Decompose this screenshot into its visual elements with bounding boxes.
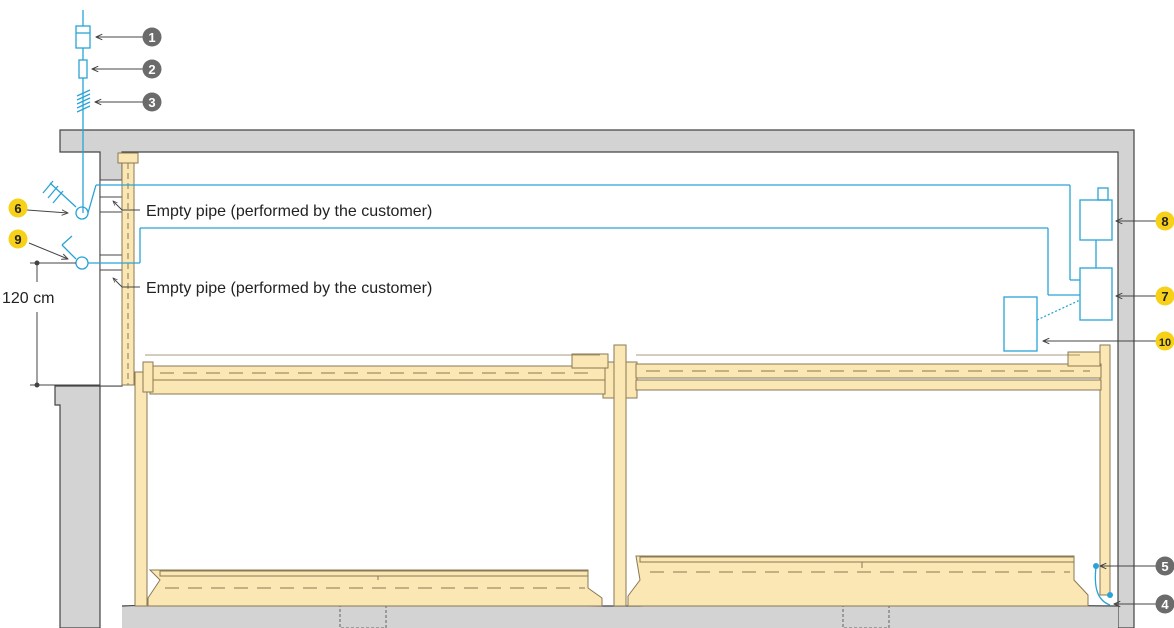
pipe-label-upper: Empty pipe (performed by the customer) [146, 203, 432, 220]
marker-10: 10 [1155, 331, 1174, 351]
middle-post [602, 344, 638, 607]
svg-text:6: 6 [14, 201, 21, 216]
svg-text:4: 4 [1161, 597, 1169, 612]
svg-text:3: 3 [148, 95, 155, 110]
upper-platform-right [635, 351, 1102, 391]
marker-2: 2 [142, 59, 162, 79]
svg-text:9: 9 [14, 232, 21, 247]
floor-slab [122, 606, 1118, 628]
svg-text:7: 7 [1161, 289, 1168, 304]
supply-wiring [42, 10, 1113, 606]
marker-9: 9 [8, 229, 28, 249]
installation-diagram: 120 cm Empty pipe (performed by the cust… [2, 10, 1174, 628]
marker-arrows [26, 37, 1156, 604]
marker-4: 4 [1155, 594, 1174, 614]
lower-platform-left [147, 569, 603, 607]
svg-text:10: 10 [1159, 337, 1171, 349]
upper-platform-left [142, 353, 609, 395]
marker-8: 8 [1155, 211, 1174, 231]
svg-text:5: 5 [1161, 559, 1168, 574]
svg-text:8: 8 [1161, 214, 1168, 229]
height-label: 120 cm [2, 290, 54, 307]
svg-text:1: 1 [148, 30, 155, 45]
lower-platform-right [627, 555, 1089, 607]
pipe-label-lower: Empty pipe (performed by the customer) [146, 280, 432, 297]
marker-6: 6 [8, 198, 28, 218]
marker-5: 5 [1155, 556, 1174, 576]
marker-3: 3 [142, 92, 162, 112]
height-dimension [30, 262, 100, 386]
marker-1: 1 [142, 27, 162, 47]
svg-text:2: 2 [148, 62, 155, 77]
marker-7: 7 [1155, 286, 1174, 306]
